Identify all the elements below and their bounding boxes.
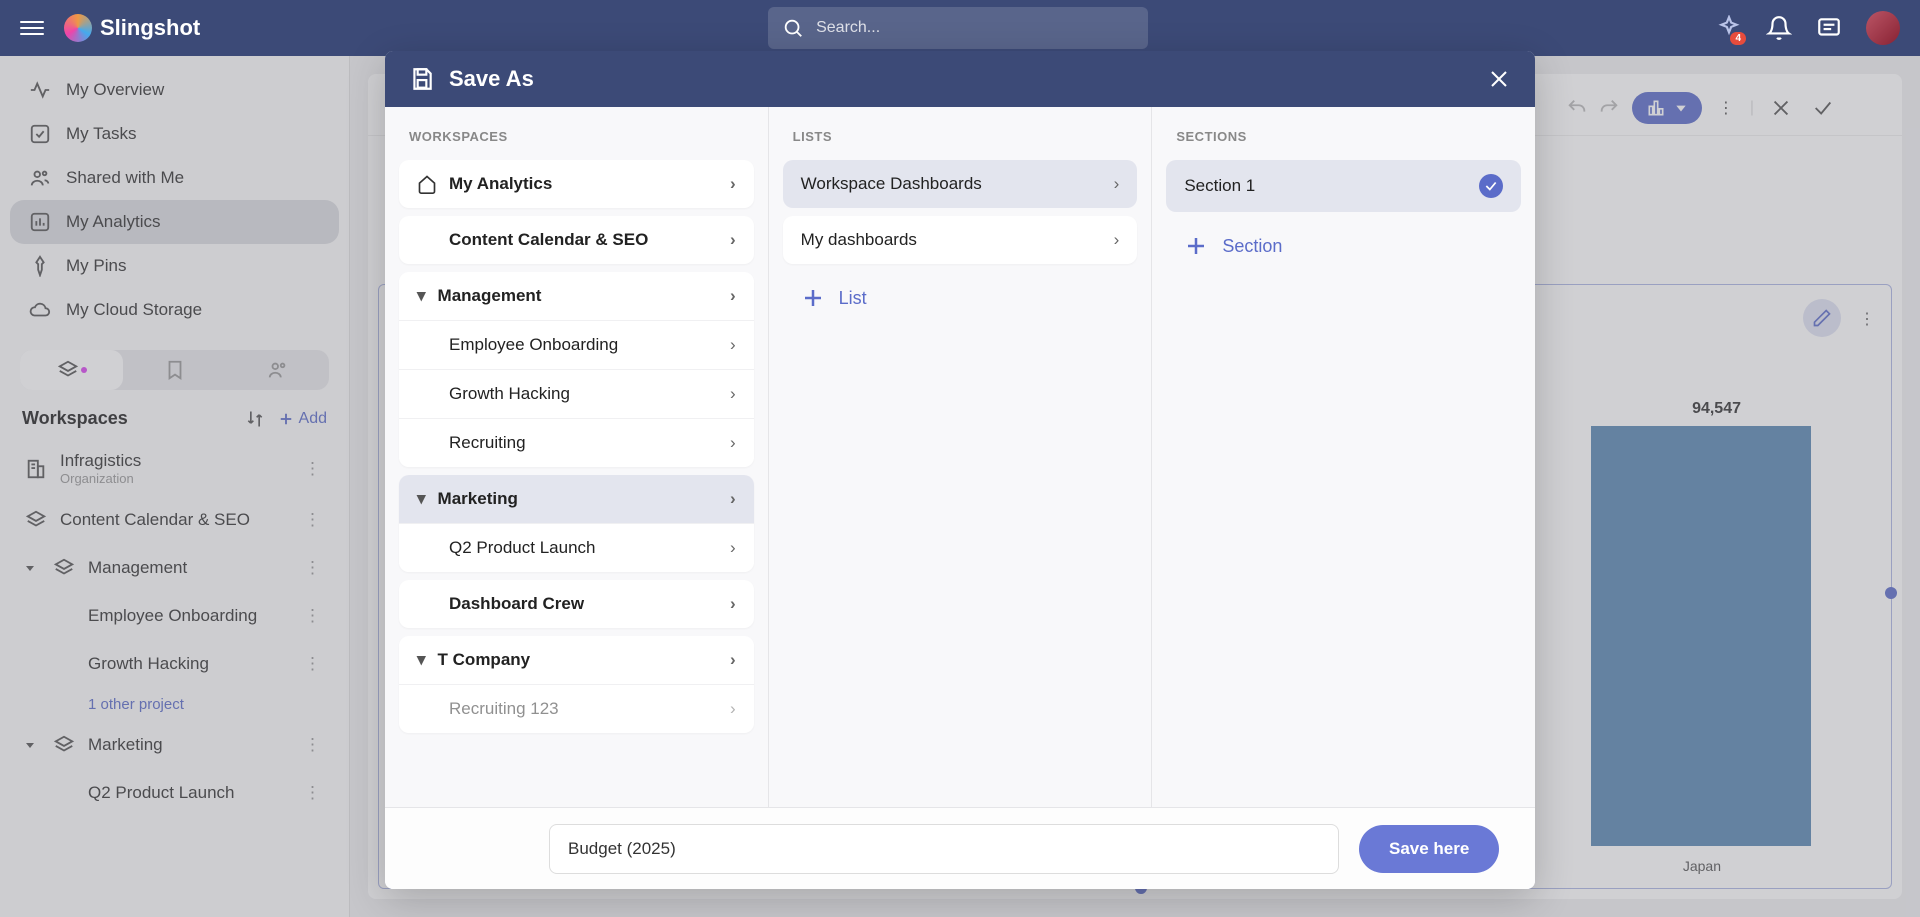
ws-growth-hacking[interactable]: Growth Hacking› [399,370,754,419]
ws-recruiting-123[interactable]: Recruiting 123› [399,685,754,733]
magic-icon[interactable]: 4 [1716,15,1742,41]
chevron-right-icon: › [730,286,736,306]
chevron-right-icon: › [730,699,736,719]
main-menu-icon[interactable] [20,21,44,35]
ws-content-calendar-seo[interactable]: Content Calendar & SEO› [399,216,754,264]
chevron-right-icon: › [730,230,736,250]
home-icon [417,174,437,194]
chevron-right-icon: › [730,384,736,404]
search-icon [782,17,804,39]
plus-icon [801,286,825,310]
chevron-right-icon: › [1114,230,1120,250]
column-lists-title: LISTS [783,125,1138,160]
caret-down-icon: ▾ [417,489,426,509]
save-as-modal: Save As WORKSPACES My Analytics› Content… [385,51,1535,889]
ws-management[interactable]: ▾Management› [399,272,754,321]
filename-input[interactable] [549,824,1339,874]
caret-down-icon: ▾ [417,650,426,670]
modal-title: Save As [449,66,534,92]
app-name: Slingshot [100,15,200,41]
ws-recruiting[interactable]: Recruiting› [399,419,754,467]
caret-down-icon: ▾ [417,286,426,306]
ws-t-company[interactable]: ▾T Company› [399,636,754,685]
section-1[interactable]: Section 1 [1166,160,1521,212]
chevron-right-icon: › [730,489,736,509]
avatar[interactable] [1866,11,1900,45]
modal-overlay: Save As WORKSPACES My Analytics› Content… [0,56,1920,917]
plus-icon [1184,234,1208,258]
chevron-right-icon: › [730,433,736,453]
bell-icon[interactable] [1766,15,1792,41]
ws-employee-onboarding[interactable]: Employee Onboarding› [399,321,754,370]
chevron-right-icon: › [730,538,736,558]
check-icon [1479,174,1503,198]
app-logo[interactable]: Slingshot [64,14,200,42]
chevron-right-icon: › [1114,174,1120,194]
chevron-right-icon: › [730,174,736,194]
list-workspace-dashboards[interactable]: Workspace Dashboards› [783,160,1138,208]
add-list-action[interactable]: List [783,272,1138,324]
chevron-right-icon: › [730,594,736,614]
list-my-dashboards[interactable]: My dashboards› [783,216,1138,264]
save-here-button[interactable]: Save here [1359,825,1499,873]
ws-marketing[interactable]: ▾Marketing› [399,475,754,524]
ws-q2-product-launch[interactable]: Q2 Product Launch› [399,524,754,572]
close-icon[interactable] [1487,67,1511,91]
notification-badge: 4 [1730,32,1746,45]
chat-icon[interactable] [1816,15,1842,41]
ws-dashboard-crew[interactable]: Dashboard Crew› [399,580,754,628]
add-section-action[interactable]: Section [1166,220,1521,272]
column-sections-title: SECTIONS [1166,125,1521,160]
logo-icon [64,14,92,42]
ws-my-analytics[interactable]: My Analytics› [399,160,754,208]
chevron-right-icon: › [730,335,736,355]
column-workspaces-title: WORKSPACES [399,125,754,160]
save-icon [409,66,435,92]
search-input[interactable] [768,7,1148,49]
chevron-right-icon: › [730,650,736,670]
